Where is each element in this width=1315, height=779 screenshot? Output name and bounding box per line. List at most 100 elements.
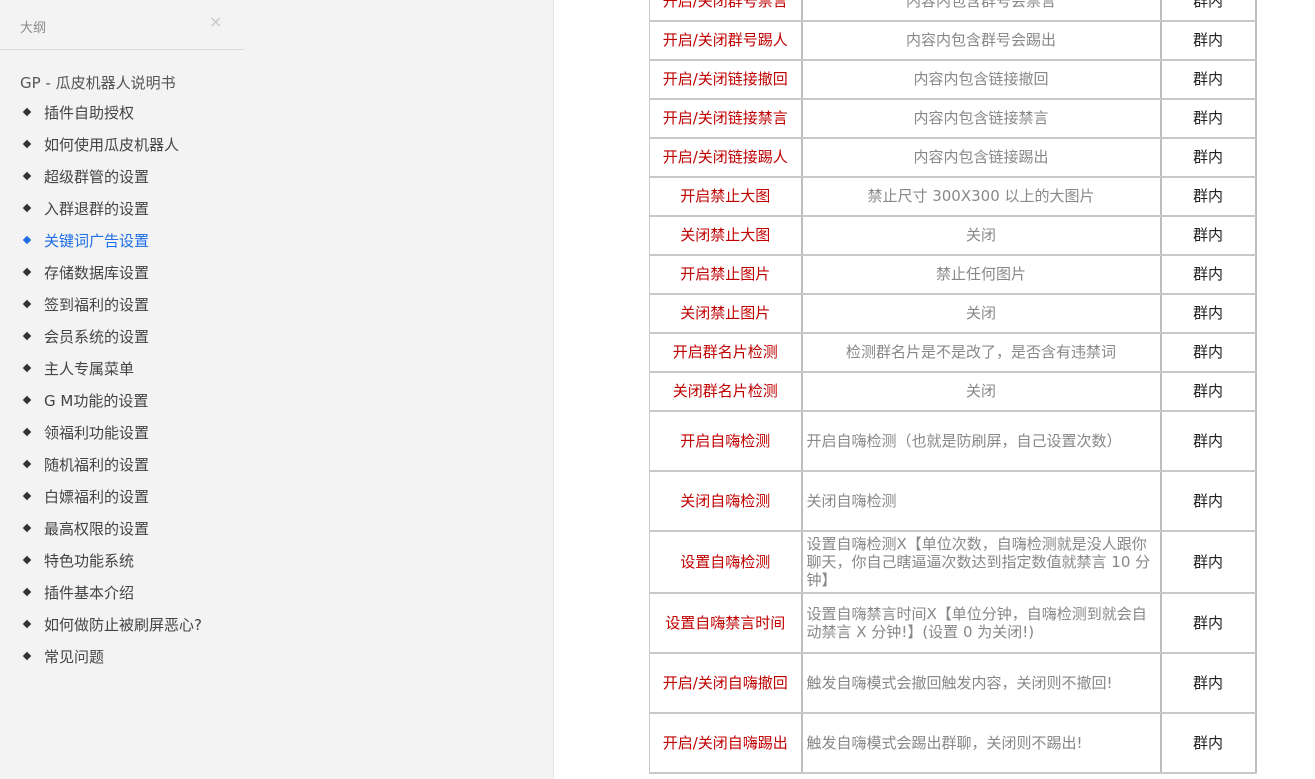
outline-item-label: 如何做防止被刷屏恶心? <box>44 616 202 634</box>
outline-item[interactable]: 存储数据库设置 <box>0 258 300 290</box>
outline-item-label: 常见问题 <box>44 648 105 666</box>
outline-item-label: 超级群管的设置 <box>44 168 150 186</box>
diamond-bullet-icon <box>22 427 32 437</box>
table-row: 开启/关闭群号禁言 内容内包含群号会禁言 群内 <box>649 0 1257 22</box>
outline-item[interactable]: 入群退群的设置 <box>0 194 300 226</box>
description-cell: 禁止任何图片 <box>801 254 1162 295</box>
table-row: 关闭禁止图片 关闭 群内 <box>649 293 1257 334</box>
diamond-bullet-icon <box>22 107 32 117</box>
diamond-bullet-icon <box>22 619 32 629</box>
description-cell: 触发自嗨模式会撤回触发内容，关闭则不撤回! <box>801 652 1162 714</box>
scope-cell: 群内 <box>1160 293 1257 334</box>
close-icon[interactable]: × <box>209 14 222 30</box>
scope-cell: 群内 <box>1160 652 1257 714</box>
scope-cell: 群内 <box>1160 215 1257 256</box>
outline-item[interactable]: 关键词广告设置 <box>0 226 300 258</box>
diamond-bullet-icon <box>22 395 32 405</box>
description-cell: 内容内包含链接禁言 <box>801 98 1162 139</box>
outline-item-label: 特色功能系统 <box>44 552 135 570</box>
outline-sidebar: 大纲 × GP - 瓜皮机器人说明书 插件自助授权如何使用瓜皮机器人 超级群管的设… <box>0 0 554 779</box>
description-cell: 内容内包含群号会禁言 <box>801 0 1162 22</box>
description-cell: 内容内包含链接踢出 <box>801 137 1162 178</box>
scope-cell: 群内 <box>1160 530 1257 594</box>
outline-item[interactable]: 常见问题 <box>0 642 300 674</box>
description-cell: 内容内包含群号会踢出 <box>801 20 1162 61</box>
scope-cell: 群内 <box>1160 470 1257 532</box>
table-row: 关闭群名片检测 关闭 群内 <box>649 371 1257 412</box>
command-cell: 开启群名片检测 <box>649 332 803 373</box>
table-row: 关闭禁止大图 关闭 群内 <box>649 215 1257 256</box>
description-cell: 检测群名片是不是改了，是否含有违禁词 <box>801 332 1162 373</box>
outline-item[interactable]: 最高权限的设置 <box>0 514 300 546</box>
outline-item[interactable]: 特色功能系统 <box>0 546 300 578</box>
table-row: 开启禁止图片 禁止任何图片 群内 <box>649 254 1257 295</box>
description-cell: 关闭 <box>801 293 1162 334</box>
diamond-bullet-icon <box>22 203 32 213</box>
table-row: 开启群名片检测 检测群名片是不是改了，是否含有违禁词 群内 <box>649 332 1257 373</box>
table-row: 开启/关闭链接禁言 内容内包含链接禁言 群内 <box>649 98 1257 139</box>
diamond-bullet-icon <box>22 459 32 469</box>
command-cell: 开启/关闭链接踢人 <box>649 137 803 178</box>
diamond-bullet-icon <box>22 491 32 501</box>
command-table: 开启/关闭群号禁言 内容内包含群号会禁言 群内 开启/关闭群号踢人 内容内包含群号会踢出… <box>649 0 1257 774</box>
outline-item-label: 存储数据库设置 <box>44 264 150 282</box>
table-row: 开启/关闭自嗨踢出 触发自嗨模式会踢出群聊，关闭则不踢出! 群内 <box>649 712 1257 774</box>
outline-header: 大纲 × <box>0 0 244 50</box>
outline-item-label: 白嫖福利的设置 <box>44 488 150 506</box>
diamond-bullet-icon <box>22 651 32 661</box>
outline-item[interactable]: 如何做防止被刷屏恶心? <box>0 610 300 642</box>
outline-item-label: 主人专属菜单 <box>44 360 135 378</box>
outline-item-label: 如何使用瓜皮机器人 <box>44 136 180 154</box>
scope-cell: 群内 <box>1160 59 1257 100</box>
outline-item[interactable]: G M功能的设置 <box>0 386 300 418</box>
outline-item[interactable]: 签到福利的设置 <box>0 290 300 322</box>
scope-cell: 群内 <box>1160 410 1257 472</box>
scope-cell: 群内 <box>1160 254 1257 295</box>
command-cell: 开启/关闭自嗨撤回 <box>649 652 803 714</box>
outline-item-label: 签到福利的设置 <box>44 296 150 314</box>
outline-item[interactable]: 主人专属菜单 <box>0 354 300 386</box>
outline-item[interactable]: 领福利功能设置 <box>0 418 300 450</box>
command-cell: 开启/关闭自嗨踢出 <box>649 712 803 774</box>
description-cell: 触发自嗨模式会踢出群聊，关闭则不踢出! <box>801 712 1162 774</box>
outline-item[interactable]: 随机福利的设置 <box>0 450 300 482</box>
scope-cell: 群内 <box>1160 592 1257 654</box>
table-row: 开启自嗨检测 开启自嗨检测（也就是防刷屏，自己设置次数） 群内 <box>649 410 1257 472</box>
command-cell: 开启/关闭链接禁言 <box>649 98 803 139</box>
command-cell: 设置自嗨禁言时间 <box>649 592 803 654</box>
command-cell: 关闭禁止大图 <box>649 215 803 256</box>
table-row: 开启/关闭链接撤回 内容内包含链接撤回 群内 <box>649 59 1257 100</box>
command-cell: 关闭禁止图片 <box>649 293 803 334</box>
outline-item[interactable]: 超级群管的设置 <box>0 162 300 194</box>
command-cell: 开启/关闭群号禁言 <box>649 0 803 22</box>
table-row: 开启/关闭自嗨撤回 触发自嗨模式会撤回触发内容，关闭则不撤回! 群内 <box>649 652 1257 714</box>
outline-item-label: 随机福利的设置 <box>44 456 150 474</box>
diamond-bullet-icon <box>22 299 32 309</box>
outline-item[interactable]: 会员系统的设置 <box>0 322 300 354</box>
diamond-bullet-icon <box>22 171 32 181</box>
command-cell: 关闭群名片检测 <box>649 371 803 412</box>
table-row: 关闭自嗨检测 关闭自嗨检测 群内 <box>649 470 1257 532</box>
command-cell: 设置自嗨检测 <box>649 530 803 594</box>
command-cell: 开启自嗨检测 <box>649 410 803 472</box>
command-cell: 开启/关闭群号踢人 <box>649 20 803 61</box>
diamond-bullet-icon <box>22 139 32 149</box>
description-cell: 关闭 <box>801 215 1162 256</box>
outline-item[interactable]: 插件基本介绍 <box>0 578 300 610</box>
table-row: 开启/关闭链接踢人 内容内包含链接踢出 群内 <box>649 137 1257 178</box>
scope-cell: 群内 <box>1160 176 1257 217</box>
description-cell: 禁止尺寸 300X300 以上的大图片 <box>801 176 1162 217</box>
scope-cell: 群内 <box>1160 712 1257 774</box>
outline-item-label: 最高权限的设置 <box>44 520 150 538</box>
diamond-bullet-icon <box>22 331 32 341</box>
outline-item-label: 插件自助授权 <box>44 104 135 122</box>
outline-item-label: 会员系统的设置 <box>44 328 150 346</box>
outline-item[interactable]: 插件自助授权 <box>0 98 300 130</box>
outline-root-item[interactable]: GP - 瓜皮机器人说明书 <box>20 72 176 93</box>
table-row: 开启禁止大图 禁止尺寸 300X300 以上的大图片 群内 <box>649 176 1257 217</box>
outline-item[interactable]: 如何使用瓜皮机器人 <box>0 130 300 162</box>
description-cell: 设置自嗨禁言时间X【单位分钟，自嗨检测到就会自动禁言 X 分钟!】(设置 0 为… <box>801 592 1162 654</box>
description-cell: 设置自嗨检测X【单位次数，自嗨检测就是没人跟你聊天，你自己瞎逼逼次数达到指定数值… <box>801 530 1162 594</box>
outline-item[interactable]: 白嫖福利的设置 <box>0 482 300 514</box>
outline-item-label: 入群退群的设置 <box>44 200 150 218</box>
